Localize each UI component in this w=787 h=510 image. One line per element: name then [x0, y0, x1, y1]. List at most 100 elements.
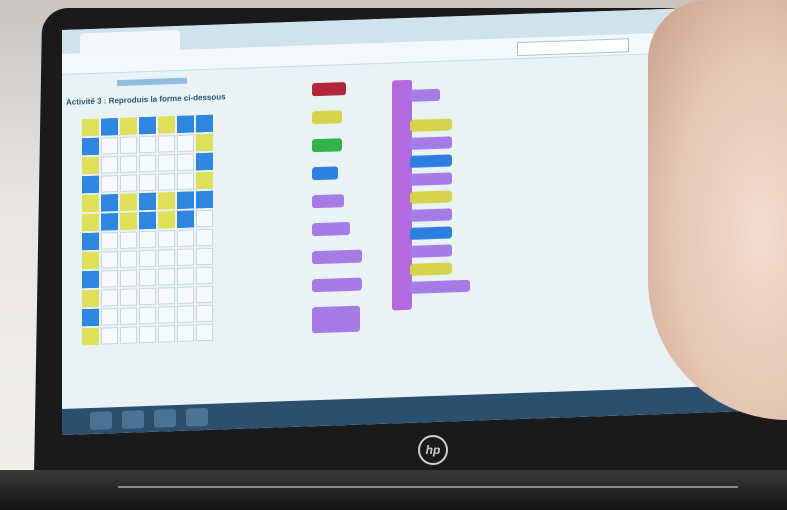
- grid-cell: [120, 136, 137, 154]
- palette-block-purple-1[interactable]: [312, 194, 344, 209]
- page-toolbar[interactable]: [117, 77, 187, 87]
- grid-cell: [82, 156, 99, 175]
- palette-block-blue[interactable]: [312, 166, 338, 181]
- grid-cell: [82, 118, 99, 137]
- grid-cell: [101, 251, 118, 269]
- program-block-9[interactable]: [410, 244, 452, 258]
- program-block-8[interactable]: [410, 226, 452, 240]
- grid-cell: [101, 289, 118, 307]
- url-field[interactable]: [86, 49, 336, 68]
- program-block-5[interactable]: [410, 172, 452, 186]
- grid-cell: [177, 267, 194, 285]
- grid-cell: [158, 173, 175, 191]
- grid-cell: [158, 211, 175, 229]
- grid-cell: [177, 153, 194, 171]
- taskbar-app-2[interactable]: [154, 409, 176, 428]
- grid-cell: [120, 155, 137, 173]
- grid-cell: [158, 192, 175, 210]
- program-block-2[interactable]: [410, 118, 452, 132]
- grid-cell: [101, 118, 118, 136]
- grid-cell: [196, 323, 213, 342]
- program-block-7[interactable]: [410, 208, 452, 222]
- program-stack[interactable]: [392, 79, 412, 311]
- grid-cell: [82, 194, 99, 213]
- palette-block-yellow[interactable]: [312, 110, 342, 125]
- taskbar-app-3[interactable]: [186, 407, 208, 427]
- grid-cell: [196, 228, 213, 247]
- grid-cell: [177, 324, 194, 342]
- grid-cell: [139, 325, 156, 344]
- grid-cell: [120, 307, 137, 325]
- grid-cell: [196, 266, 213, 285]
- activity-heading: Activité 3 : Reproduis la forme ci-desso…: [66, 92, 226, 107]
- grid-cell: [177, 115, 194, 133]
- grid-cell: [158, 268, 175, 286]
- program-block-4[interactable]: [410, 154, 452, 168]
- grid-cell: [101, 232, 118, 250]
- start-button[interactable]: [90, 411, 112, 431]
- grid-cell: [177, 134, 194, 152]
- grid-cell: [82, 270, 99, 289]
- grid-cell: [120, 288, 137, 306]
- grid-cell: [139, 135, 156, 154]
- grid-cell: [120, 193, 137, 211]
- grid-cell: [120, 117, 137, 135]
- grid-cell: [177, 229, 194, 247]
- grid-cell: [158, 287, 175, 305]
- palette-block-green[interactable]: [312, 138, 342, 153]
- program-block-3[interactable]: [410, 136, 452, 150]
- grid-cell: [139, 173, 156, 192]
- grid-cell: [139, 211, 156, 230]
- grid-cell: [177, 305, 194, 323]
- grid-cell: [177, 191, 194, 209]
- grid-cell: [196, 285, 213, 304]
- grid-cell: [139, 287, 156, 306]
- grid-cell: [196, 247, 213, 266]
- grid-cell: [101, 137, 118, 155]
- laptop-hinge: [118, 486, 738, 488]
- grid-cell: [101, 213, 118, 231]
- grid-cell: [196, 190, 213, 209]
- laptop-base: [0, 470, 787, 510]
- palette-block-red[interactable]: [312, 82, 346, 97]
- grid-cell: [139, 192, 156, 211]
- grid-cell: [139, 230, 156, 249]
- grid-cell: [82, 175, 99, 194]
- grid-cell: [101, 156, 118, 174]
- grid-cell: [196, 171, 213, 190]
- grid-cell: [82, 213, 99, 232]
- grid-cell: [82, 327, 99, 346]
- palette-block-purple-4[interactable]: [312, 277, 362, 293]
- pattern-grid: [82, 114, 213, 346]
- program-block-10[interactable]: [410, 262, 452, 276]
- program-block-6[interactable]: [410, 190, 452, 204]
- grid-cell: [158, 230, 175, 248]
- taskbar-app-1[interactable]: [122, 410, 144, 429]
- grid-cell: [101, 327, 118, 345]
- grid-cell: [139, 154, 156, 173]
- grid-cell: [158, 325, 175, 343]
- palette-block-purple-2[interactable]: [312, 221, 350, 237]
- palette-block-loop[interactable]: [312, 305, 360, 334]
- grid-cell: [139, 306, 156, 325]
- grid-cell: [158, 154, 175, 172]
- brand-logo: hp: [418, 435, 448, 465]
- grid-cell: [120, 174, 137, 192]
- grid-cell: [139, 268, 156, 287]
- grid-cell: [82, 308, 99, 327]
- grid-cell: [120, 212, 137, 230]
- grid-cell: [196, 152, 213, 171]
- grid-cell: [177, 286, 194, 304]
- grid-cell: [120, 326, 137, 344]
- grid-cell: [196, 114, 213, 133]
- grid-cell: [120, 231, 137, 249]
- browser-search-input[interactable]: [517, 38, 629, 57]
- grid-cell: [101, 308, 118, 326]
- grid-cell: [82, 289, 99, 308]
- palette-block-purple-3[interactable]: [312, 249, 362, 265]
- program-block-1[interactable]: [410, 88, 440, 102]
- grid-cell: [177, 210, 194, 228]
- grid-cell: [196, 209, 213, 228]
- grid-cell: [82, 251, 99, 270]
- program-block-11[interactable]: [410, 279, 470, 294]
